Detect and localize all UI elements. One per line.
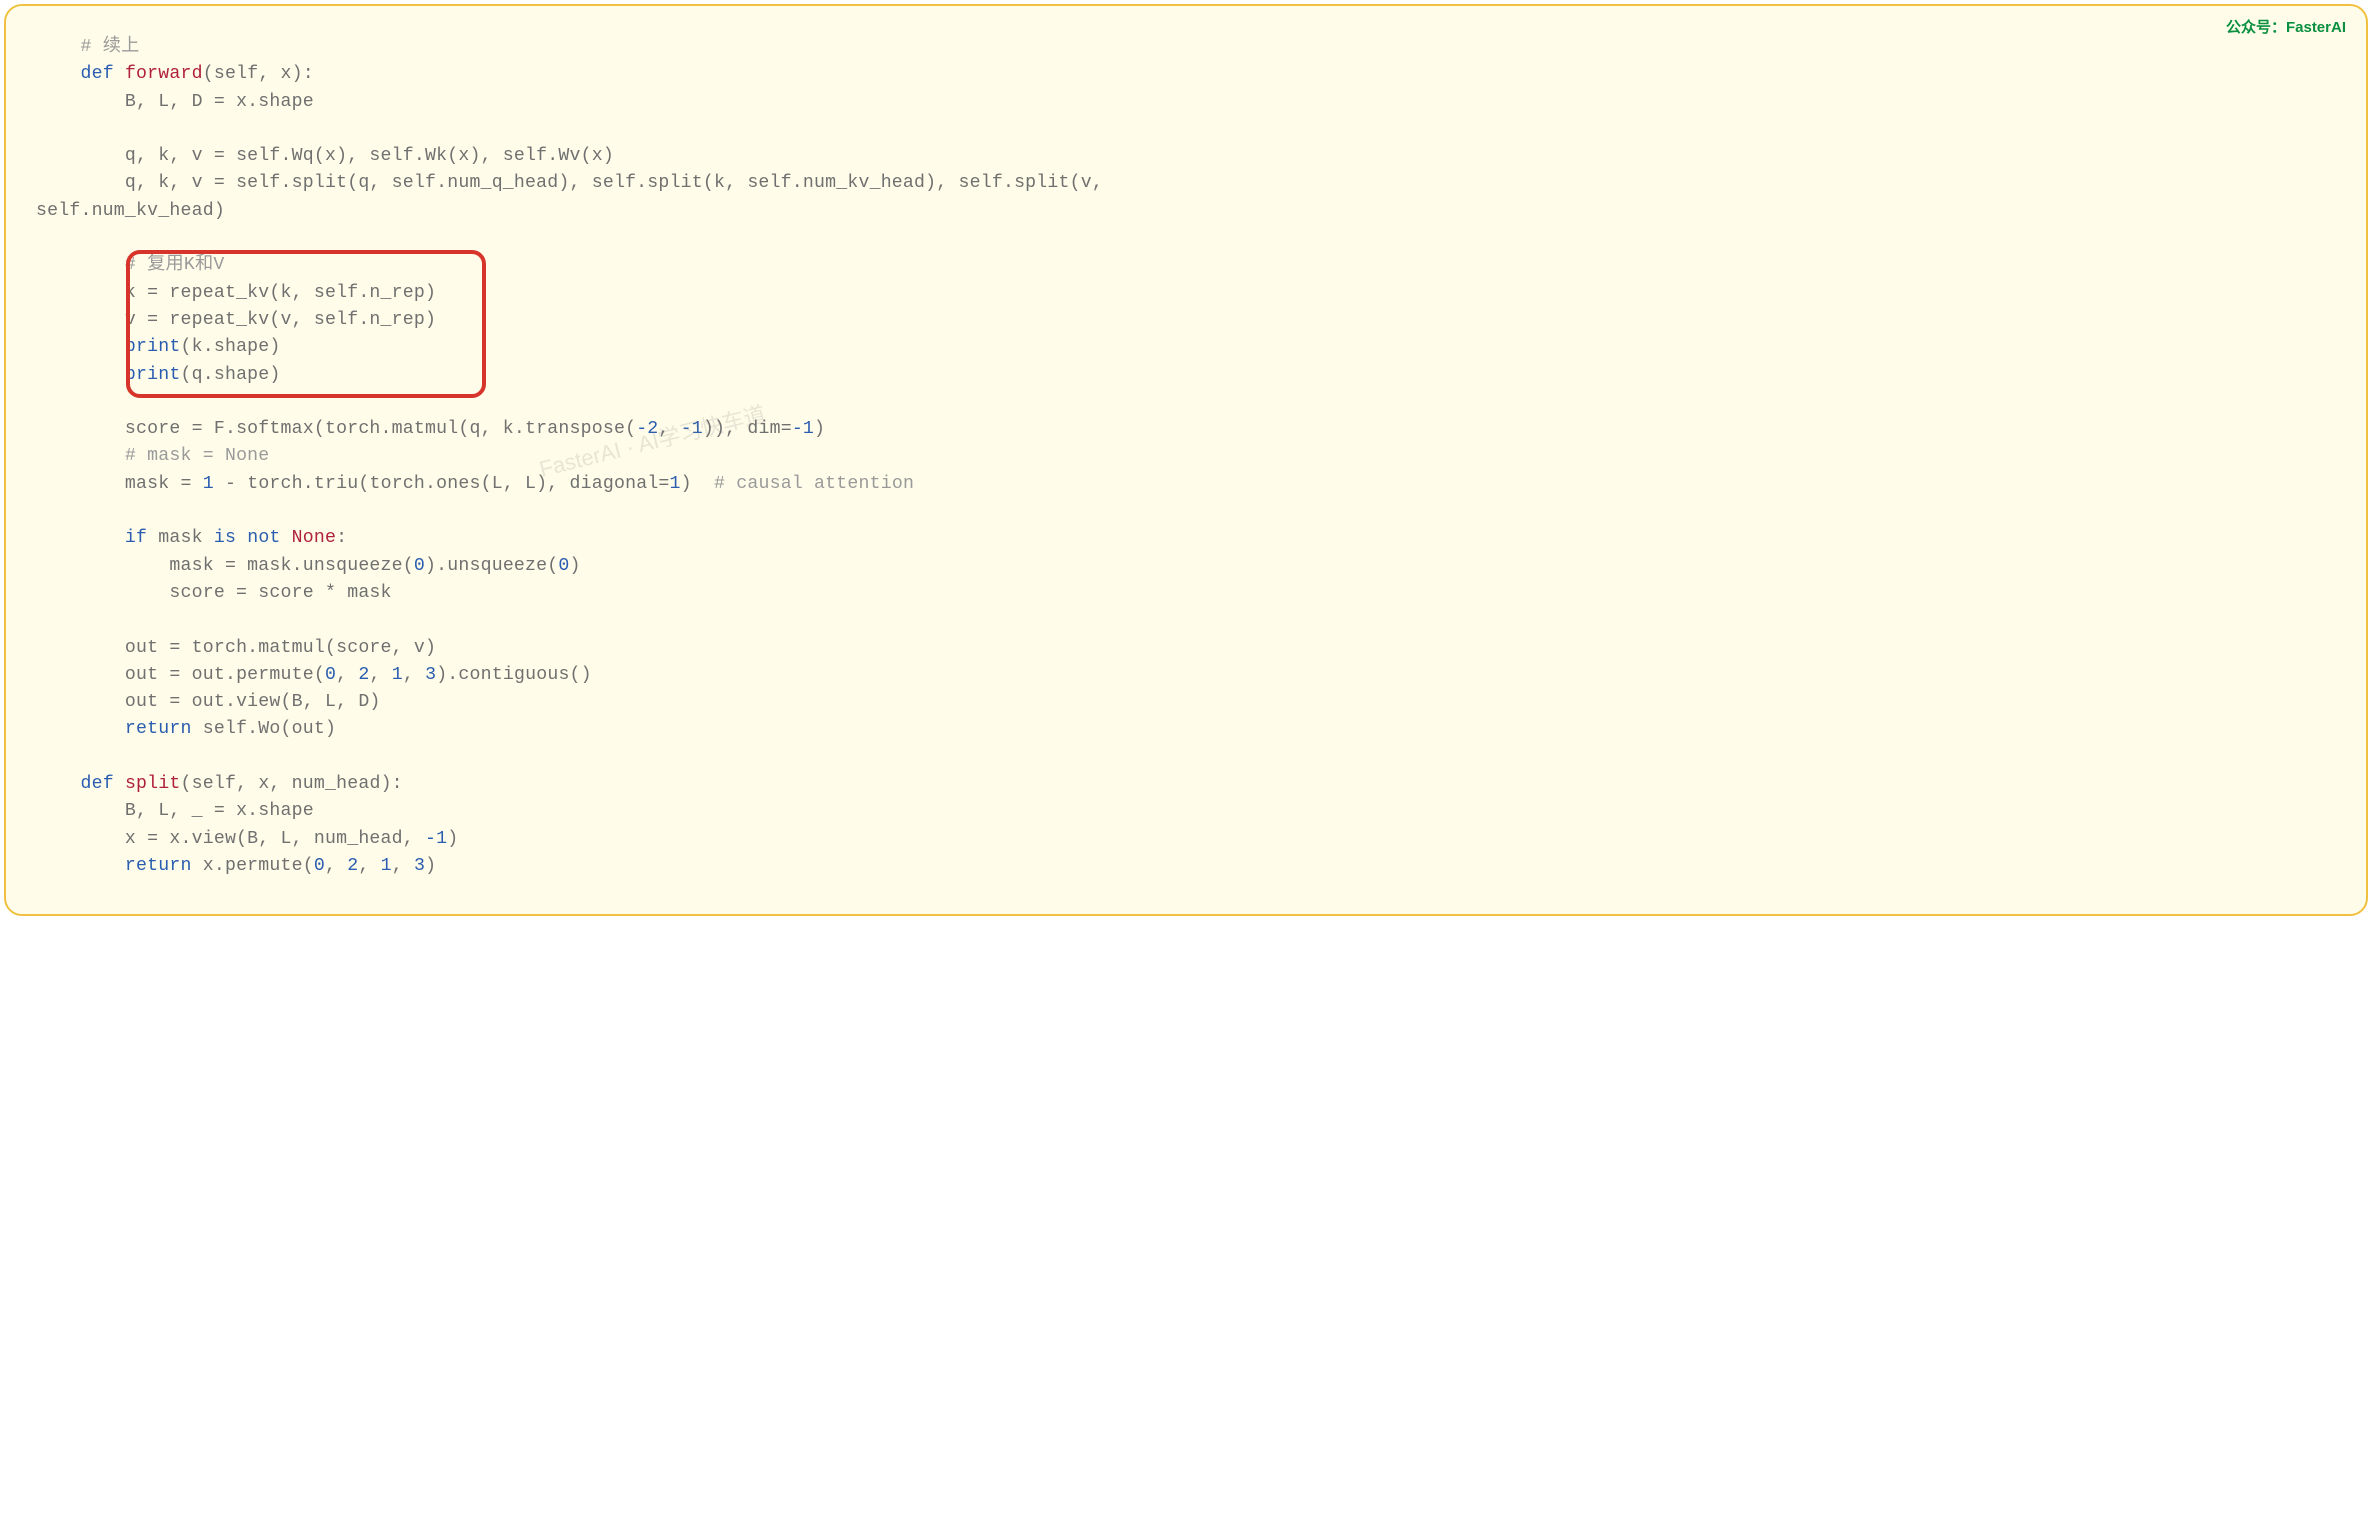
num-0b: 0 <box>558 556 569 576</box>
func-name-split: split <box>125 774 181 794</box>
comment-continued: # 续上 <box>80 37 139 57</box>
num-p2: 2 <box>358 665 369 685</box>
if-a: mask <box>147 528 214 548</box>
line-unsqueeze-b: ).unsqueeze( <box>425 556 558 576</box>
line-mask-b: - torch.triu(torch.ones(L, L), diagonal= <box>214 474 670 494</box>
num-p0: 0 <box>325 665 336 685</box>
comment-mask-none: # mask = None <box>125 446 270 466</box>
num-p3: 3 <box>425 665 436 685</box>
if-b <box>236 528 247 548</box>
builtin-print-q: print <box>125 365 181 385</box>
sep: , <box>369 665 391 685</box>
num-sp2: 2 <box>347 856 358 876</box>
keyword-is: is <box>214 528 236 548</box>
sep: , <box>392 856 414 876</box>
line-score-mask: score = score * mask <box>169 583 391 603</box>
num-neg2: -2 <box>636 419 658 439</box>
keyword-def: def <box>80 64 113 84</box>
line-unsqueeze-c: ) <box>570 556 581 576</box>
code-block: # 续上 def forward(self, x): B, L, D = x.s… <box>36 34 2336 880</box>
keyword-if: if <box>125 528 147 548</box>
line-score-a: score = F.softmax(torch.matmul(q, k.tran… <box>125 419 636 439</box>
num-p1: 1 <box>392 665 403 685</box>
comment-reuse-kv: # 复用K和V <box>125 255 225 275</box>
line-split-view-a: x = x.view(B, L, num_head, <box>125 829 425 849</box>
num-sp1: 1 <box>381 856 392 876</box>
if-d: : <box>336 528 347 548</box>
print-q-arg: (q.shape) <box>181 365 281 385</box>
sep: , <box>358 856 380 876</box>
builtin-print-k: print <box>125 337 181 357</box>
num-dim-neg1: -1 <box>792 419 814 439</box>
line-qkv-proj: q, k, v = self.Wq(x), self.Wk(x), self.W… <box>125 146 614 166</box>
num-0a: 0 <box>414 556 425 576</box>
line-score-c: ) <box>814 419 825 439</box>
keyword-def-2: def <box>80 774 113 794</box>
keyword-return-2: return <box>125 856 192 876</box>
line-mask-a: mask = <box>125 474 203 494</box>
comment-causal: # causal attention <box>714 474 914 494</box>
line-repeat-k: k = repeat_kv(k, self.n_rep) <box>125 283 436 303</box>
line-split-view-b: ) <box>447 829 458 849</box>
sep: , <box>325 856 347 876</box>
line-mask-c: ) <box>681 474 714 494</box>
line-return-wo: self.Wo(out) <box>192 719 337 739</box>
line-score-b: )), dim= <box>703 419 792 439</box>
line-split-permute-a: x.permute( <box>192 856 314 876</box>
line-shape-unpack: B, L, D = x.shape <box>125 92 314 112</box>
sep: , <box>336 665 358 685</box>
keyword-return-1: return <box>125 719 192 739</box>
attribution-label: 公众号：FasterAI <box>2226 16 2346 37</box>
num-sp0: 0 <box>314 856 325 876</box>
line-split-permute-b: ) <box>425 856 436 876</box>
func-name-forward: forward <box>125 64 203 84</box>
line-unsqueeze-a: mask = mask.unsqueeze( <box>169 556 414 576</box>
const-none: None <box>292 528 336 548</box>
num-diag-1: 1 <box>670 474 681 494</box>
line-out-permute-b: ).contiguous() <box>436 665 592 685</box>
keyword-not: not <box>247 528 280 548</box>
sep: , <box>658 419 680 439</box>
line-qkv-split-cont: self.num_kv_head) <box>36 201 225 221</box>
line-repeat-v: v = repeat_kv(v, self.n_rep) <box>125 310 436 330</box>
if-c <box>281 528 292 548</box>
line-out-view: out = out.view(B, L, D) <box>125 692 381 712</box>
code-card: 公众号：FasterAI FasterAI · AI学习快车道 # 续上 def… <box>4 4 2368 916</box>
sep: , <box>403 665 425 685</box>
num-view-neg1: -1 <box>425 829 447 849</box>
num-neg1: -1 <box>681 419 703 439</box>
line-out-permute-a: out = out.permute( <box>125 665 325 685</box>
func-sig-split: (self, x, num_head): <box>181 774 403 794</box>
line-split-unpack: B, L, _ = x.shape <box>125 801 314 821</box>
line-out-matmul: out = torch.matmul(score, v) <box>125 638 436 658</box>
num-sp3: 3 <box>414 856 425 876</box>
func-sig-forward: (self, x): <box>203 64 314 84</box>
print-k-arg: (k.shape) <box>181 337 281 357</box>
line-qkv-split: q, k, v = self.split(q, self.num_q_head)… <box>125 173 1103 193</box>
num-1: 1 <box>203 474 214 494</box>
